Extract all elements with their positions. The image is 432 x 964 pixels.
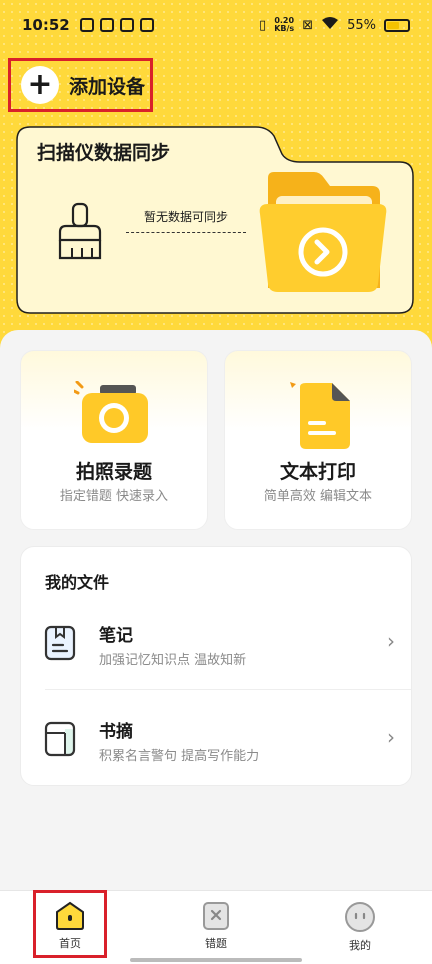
tab-label: 我的	[349, 939, 371, 952]
chevron-right-icon: ›	[387, 629, 395, 653]
my-files-title: 我的文件	[45, 573, 110, 592]
file-item-name: 书摘	[99, 722, 133, 742]
file-item-subtitle: 积累名言警句 提高写作能力	[99, 749, 260, 764]
divider	[45, 689, 411, 690]
file-item-subtitle: 加强记忆知识点 温故知新	[99, 653, 247, 668]
notification-icon	[99, 18, 114, 32]
gesture-bar	[130, 958, 302, 962]
battery-icon	[384, 18, 410, 32]
tiktok-icon	[119, 18, 134, 32]
folder-sync-icon[interactable]	[256, 170, 390, 298]
file-item-name: 笔记	[99, 626, 133, 646]
book-excerpt-icon	[44, 721, 76, 757]
notification-icon	[139, 18, 154, 32]
vibrate-icon: ▯	[259, 17, 267, 33]
sim-off-icon: ⊠	[302, 17, 314, 33]
net-speed: 0.20 KB/s	[274, 17, 294, 33]
text-print-card[interactable]: 文本打印 简单高效 编辑文本	[224, 350, 412, 530]
scanner-brush-icon	[58, 202, 102, 260]
status-time: 10:52	[22, 16, 70, 34]
file-item-notes[interactable]: 笔记 加强记忆知识点 温故知新 ›	[21, 603, 413, 683]
notification-icons	[79, 18, 154, 32]
plus-icon: +	[21, 66, 59, 104]
chevron-right-icon: ›	[387, 725, 395, 749]
document-print-icon	[290, 382, 350, 449]
add-device-label: 添加设备	[69, 75, 146, 98]
battery-fill	[387, 21, 400, 29]
tab-mistakes[interactable]: 错题	[176, 891, 256, 964]
photo-record-card[interactable]: 拍照录题 指定错题 快速录入	[20, 350, 208, 530]
action-subtitle: 简单高效 编辑文本	[263, 489, 373, 504]
tab-label: 错题	[205, 937, 227, 950]
action-subtitle: 指定错题 快速录入	[59, 489, 169, 504]
mistake-book-icon	[203, 902, 229, 930]
action-title: 拍照录题	[75, 461, 152, 483]
add-device-button[interactable]: + 添加设备	[8, 58, 153, 112]
file-item-excerpts[interactable]: 书摘 积累名言警句 提高写作能力 ›	[21, 699, 413, 779]
battery-percent: 55%	[347, 17, 376, 33]
profile-face-icon	[345, 902, 375, 932]
notification-icon	[79, 18, 94, 32]
wifi-icon	[321, 16, 339, 34]
sync-card-title: 扫描仪数据同步	[37, 142, 171, 164]
sync-empty-text: 暂无数据可同步	[144, 210, 229, 224]
my-files-card: 我的文件 笔记 加强记忆知识点 温故知新 › 书摘 积累名言警句 提高写作能力 …	[20, 546, 412, 786]
net-speed-unit: KB/s	[274, 24, 295, 33]
scanner-sync-card[interactable]: 扫描仪数据同步 暂无数据可同步	[16, 126, 414, 314]
camera-icon	[74, 381, 148, 443]
notebook-icon	[44, 625, 76, 661]
home-highlight-box	[33, 890, 107, 958]
status-bar: 10:52 ▯ 0.20 KB/s ⊠ 55%	[0, 0, 432, 50]
action-title: 文本打印	[279, 461, 356, 483]
sync-dashed-line	[126, 232, 246, 233]
status-right: ▯ 0.20 KB/s ⊠ 55%	[259, 16, 410, 34]
tab-profile[interactable]: 我的	[320, 891, 400, 964]
